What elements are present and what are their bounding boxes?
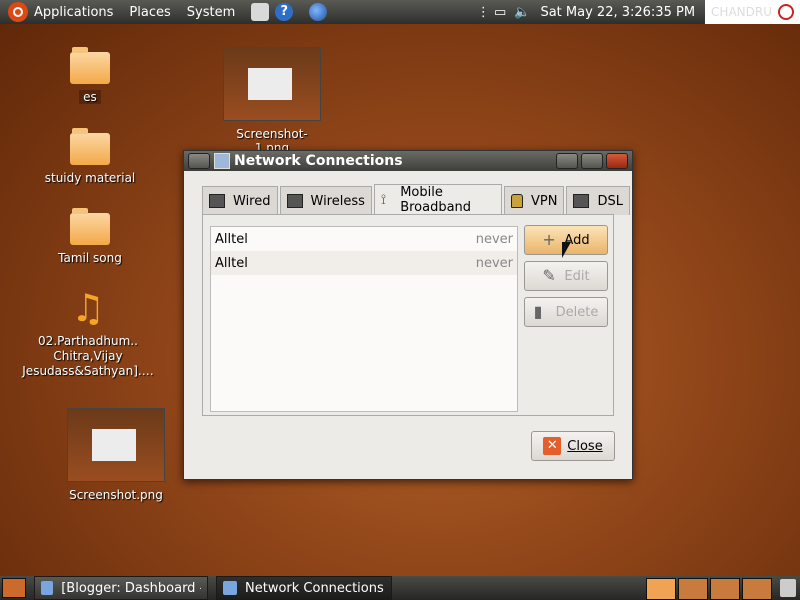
trash-icon[interactable]	[780, 579, 796, 597]
workspace-2[interactable]	[678, 578, 708, 600]
desktop-image-screenshot[interactable]: Screenshot.png	[64, 408, 168, 502]
dialog-title: Network Connections	[234, 153, 403, 169]
desktop-image-screenshot-1[interactable]: Screenshot-1.png	[222, 47, 322, 155]
delete-button[interactable]: ▮ Delete	[524, 297, 608, 327]
connection-name: Alltel	[215, 255, 248, 271]
lock-icon	[511, 194, 524, 208]
tab-label: Mobile Broadband	[400, 185, 472, 215]
plus-icon: +	[542, 230, 556, 249]
task-label: [Blogger: Dashboard - …	[61, 580, 201, 596]
tab-dsl[interactable]: DSL	[566, 186, 630, 215]
tab-label: VPN	[531, 193, 558, 209]
close-icon: ✕	[543, 437, 562, 455]
tab-vpn[interactable]: VPN	[504, 186, 565, 215]
desktop-icon-label: stuidy material	[44, 171, 136, 185]
antenna-icon: ⟟	[380, 192, 387, 208]
tab-wireless[interactable]: Wireless	[279, 186, 372, 215]
desktop-icon-label: 02.Parthadhum.. Chitra,Vijay Jesudass&Sa…	[22, 334, 154, 378]
minimize-button[interactable]	[556, 153, 578, 169]
tab-wired[interactable]: Wired	[202, 186, 278, 215]
menu-system[interactable]: System	[187, 5, 235, 20]
delete-label: Delete	[555, 304, 599, 320]
workspace-3[interactable]	[710, 578, 740, 600]
workspace-switcher	[644, 578, 772, 600]
desktop-icon-label: Screenshot.png	[69, 488, 163, 502]
maximize-button[interactable]	[581, 153, 603, 169]
wireless-icon	[286, 194, 303, 208]
desktop-folder-es[interactable]: es	[45, 47, 135, 104]
tab-mobile-broadband[interactable]: ⟟ Mobile Broadband	[373, 184, 503, 215]
music-note-icon: ♫	[70, 286, 106, 330]
browser-icon	[41, 581, 54, 595]
edit-icon: ✎	[542, 266, 556, 285]
workspace-4[interactable]	[742, 578, 772, 600]
close-label: Close	[567, 438, 603, 454]
ubuntu-logo-icon[interactable]	[8, 2, 28, 22]
connection-tabs: Wired Wireless ⟟ Mobile Broadband VPN DS…	[202, 184, 632, 215]
menu-applications[interactable]: Applications	[34, 5, 113, 20]
dialog-titlebar[interactable]: Network Connections	[184, 151, 632, 171]
tab-panel: Alltel never Alltel never + Add ✎ Edit ▮…	[202, 214, 614, 416]
notification-icon[interactable]: ⋮ ▭	[477, 5, 506, 20]
show-desktop-button[interactable]	[2, 578, 26, 598]
connection-name: Alltel	[215, 231, 248, 247]
taskbar-item-network-connections[interactable]: Network Connections	[216, 576, 392, 600]
workspace-1[interactable]	[646, 578, 676, 600]
desktop-icon-label: es	[79, 90, 101, 104]
mouse-cursor-icon	[562, 242, 571, 258]
tab-label: DSL	[597, 193, 623, 209]
desktop-folder-study[interactable]: stuidy material	[40, 128, 140, 185]
network-icon	[214, 153, 230, 169]
edit-label: Edit	[564, 268, 590, 284]
image-thumbnail	[223, 47, 321, 121]
help-icon[interactable]: ?	[275, 3, 294, 21]
network-icon	[223, 581, 237, 595]
connection-row[interactable]: Alltel never	[211, 251, 517, 275]
tab-label: Wireless	[310, 193, 365, 209]
power-icon[interactable]	[778, 4, 794, 20]
user-name: CHANDRU	[711, 5, 772, 19]
wired-icon	[209, 194, 225, 208]
user-switcher[interactable]: CHANDRU	[705, 0, 800, 24]
web-browser-icon[interactable]	[309, 3, 328, 21]
clock[interactable]: Sat May 22, 3:26:35 PM	[540, 5, 695, 20]
network-connections-dialog: Network Connections Wired Wireless ⟟ Mob…	[183, 150, 633, 480]
image-thumbnail	[67, 408, 165, 482]
volume-icon[interactable]: 🔈	[514, 5, 530, 20]
desktop-audio-file[interactable]: ♫ 02.Parthadhum.. Chitra,Vijay Jesudass&…	[18, 288, 158, 379]
close-button[interactable]: ✕ Close	[531, 431, 615, 461]
desktop-folder-tamil-song[interactable]: Tamil song	[40, 208, 140, 265]
desktop-icon-label: Tamil song	[58, 251, 122, 265]
dsl-icon	[573, 194, 590, 208]
folder-icon	[70, 208, 110, 245]
mail-icon[interactable]	[251, 3, 270, 21]
task-label: Network Connections	[245, 580, 384, 596]
window-menu-button[interactable]	[188, 153, 210, 169]
edit-button[interactable]: ✎ Edit	[524, 261, 608, 291]
top-panel: Applications Places System ? ⋮ ▭ 🔈 Sat M…	[0, 0, 800, 24]
connection-last-used: never	[475, 231, 513, 247]
tab-label: Wired	[233, 193, 271, 209]
connection-row[interactable]: Alltel never	[211, 227, 517, 251]
taskbar-item-blogger[interactable]: [Blogger: Dashboard - …	[34, 576, 208, 600]
folder-icon	[70, 128, 110, 165]
window-close-button[interactable]	[606, 153, 628, 169]
top-panel-right: ⋮ ▭ 🔈 Sat May 22, 3:26:35 PM CHANDRU	[477, 0, 800, 24]
menu-places[interactable]: Places	[129, 5, 170, 20]
bottom-panel: [Blogger: Dashboard - … Network Connecti…	[0, 576, 800, 600]
connection-last-used: never	[475, 255, 513, 271]
window-controls	[553, 153, 628, 169]
trash-icon: ▮	[533, 302, 543, 321]
folder-icon	[70, 47, 110, 84]
connection-list[interactable]: Alltel never Alltel never	[210, 226, 518, 412]
